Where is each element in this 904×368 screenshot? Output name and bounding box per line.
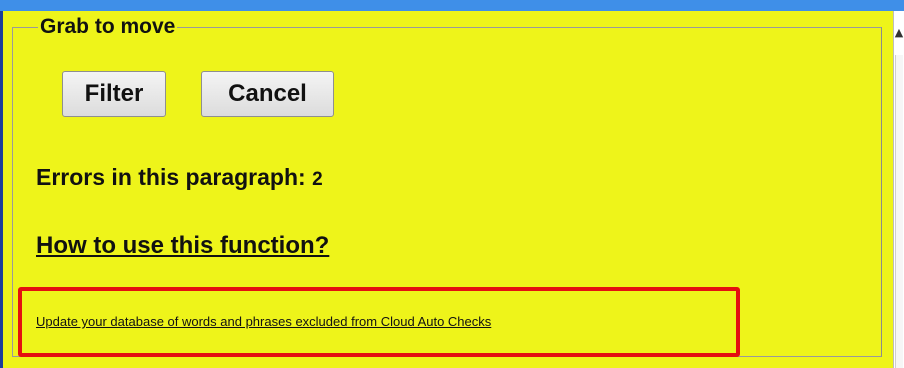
update-database-link[interactable]: Update your database of words and phrase… — [36, 314, 491, 329]
how-to-use-link[interactable]: How to use this function? — [36, 232, 329, 260]
scroll-up-arrow-icon[interactable]: ▲ — [894, 25, 904, 41]
scroll-thumb[interactable] — [895, 55, 903, 368]
screenshot-stage: Grab to move Filter Cancel Errors in thi… — [0, 0, 904, 368]
filter-button[interactable]: Filter — [62, 71, 166, 117]
cancel-button[interactable]: Cancel — [201, 71, 334, 117]
grab-to-move-handle[interactable]: Grab to move — [38, 16, 178, 38]
errors-summary: Errors in this paragraph: 2 — [36, 164, 323, 191]
errors-count: 2 — [312, 169, 323, 190]
vertical-scrollbar[interactable]: ▲ — [893, 11, 904, 368]
window-title-bar — [0, 0, 904, 11]
errors-label: Errors in this paragraph: — [36, 164, 313, 190]
